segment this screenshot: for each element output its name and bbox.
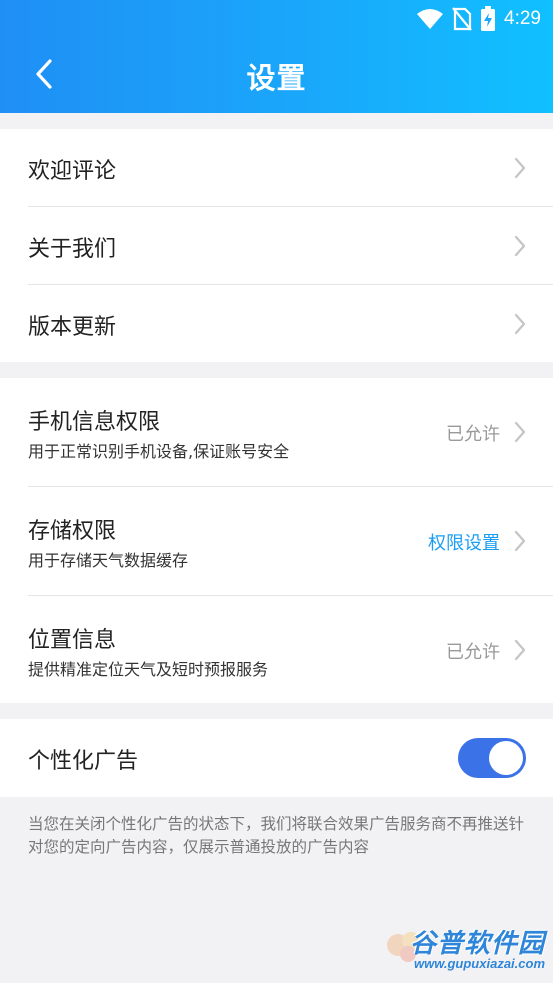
row-description: 用于存储天气数据缓存 xyxy=(28,551,189,570)
row-storage-permission[interactable]: 存储权限 用于存储天气数据缓存 权限设置 xyxy=(0,486,553,595)
watermark-url: www.gupuxiazai.com xyxy=(414,956,545,971)
watermark: 谷普软件园 www.gupuxiazai.com xyxy=(382,915,547,977)
watermark-name: 谷普软件园 xyxy=(409,929,545,959)
status-allowed: 已允许 xyxy=(446,424,500,445)
status-time: 4:29 xyxy=(504,8,541,29)
chevron-right-icon xyxy=(514,157,526,179)
app-header: 4:29 设置 xyxy=(0,0,553,113)
personalized-ads-toggle[interactable] xyxy=(458,738,526,778)
battery-charging-icon xyxy=(481,6,496,31)
row-location-info[interactable]: 位置信息 提供精准定位天气及短时预报服务 已允许 xyxy=(0,595,553,703)
settings-group-ads: 个性化广告 xyxy=(0,719,553,797)
settings-group-general: 欢迎评论 关于我们 版本更新 xyxy=(0,129,553,362)
chevron-right-icon xyxy=(514,421,526,443)
row-label: 个性化广告 xyxy=(28,749,139,774)
row-about-us[interactable]: 关于我们 xyxy=(0,207,553,285)
row-version-update[interactable]: 版本更新 xyxy=(0,285,553,362)
row-personalized-ads: 个性化广告 xyxy=(0,719,553,797)
page-title: 设置 xyxy=(246,61,307,95)
row-label: 手机信息权限 xyxy=(28,410,161,435)
row-label: 存储权限 xyxy=(28,519,117,544)
status-icons: 4:29 xyxy=(416,6,541,32)
chevron-right-icon xyxy=(514,313,526,335)
row-phone-info-permission[interactable]: 手机信息权限 用于正常识别手机设备,保证账号安全 已允许 xyxy=(0,378,553,486)
wifi-icon xyxy=(417,9,444,29)
chevron-right-icon xyxy=(514,235,526,257)
ads-note: 当您在关闭个性化广告的状态下，我们将联合效果广告服务商不再推送针对您的定向广告内… xyxy=(28,815,525,856)
row-description: 用于正常识别手机设备,保证账号安全 xyxy=(28,442,290,461)
row-label: 欢迎评论 xyxy=(28,159,117,184)
row-label: 版本更新 xyxy=(28,315,117,340)
row-description: 提供精准定位天气及短时预报服务 xyxy=(28,660,269,679)
settings-group-permissions: 手机信息权限 用于正常识别手机设备,保证账号安全 已允许 存储权限 用于存储天气… xyxy=(0,378,553,703)
no-sim-icon xyxy=(452,7,472,31)
toggle-knob xyxy=(489,741,523,775)
status-allowed: 已允许 xyxy=(446,642,500,663)
row-label: 位置信息 xyxy=(28,628,117,653)
permission-settings-link[interactable]: 权限设置 xyxy=(428,529,500,555)
chevron-right-icon xyxy=(514,639,526,661)
chevron-right-icon xyxy=(514,530,526,552)
status-bar: 4:29 xyxy=(0,0,553,38)
row-welcome-comment[interactable]: 欢迎评论 xyxy=(0,129,553,207)
row-label: 关于我们 xyxy=(28,237,117,262)
